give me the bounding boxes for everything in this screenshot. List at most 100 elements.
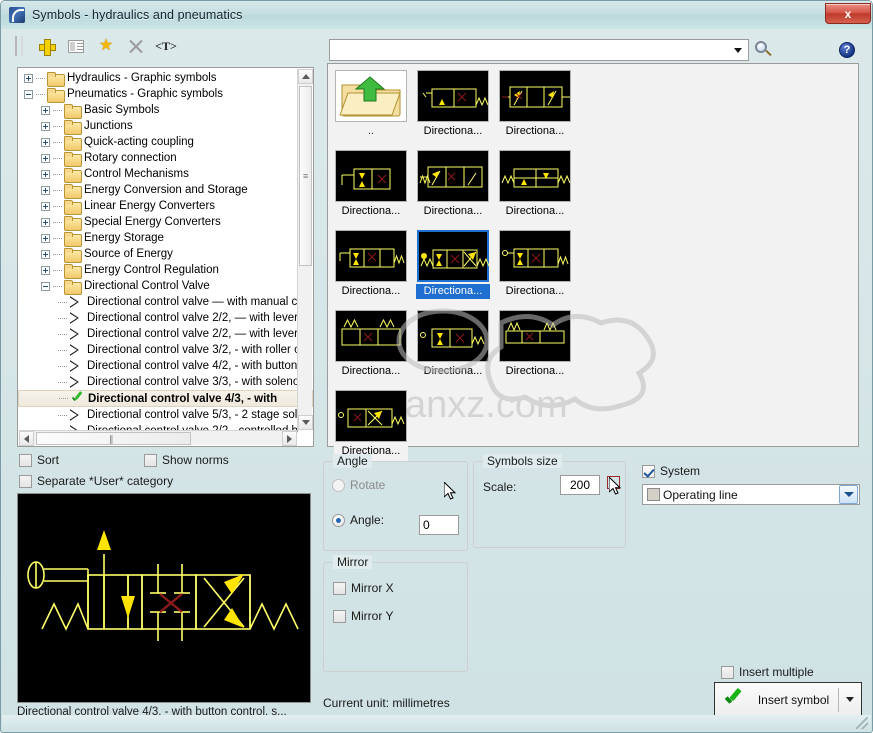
mirror-x-checkbox[interactable] — [333, 581, 346, 595]
title-bar[interactable]: Symbols - hydraulics and pneumatics x — [1, 1, 872, 29]
angle-input[interactable] — [419, 515, 459, 535]
category-tree[interactable]: Hydraulics - Graphic symbols Pneumatics -… — [17, 67, 314, 447]
text-button[interactable]: <T> — [151, 33, 181, 59]
insert-multiple-checkbox[interactable] — [721, 665, 734, 679]
parent-folder-cell[interactable]: .. — [334, 70, 408, 142]
tree-item-label: Rotary connection — [84, 152, 177, 164]
arrow-down-icon[interactable] — [298, 415, 313, 430]
insert-multiple-row[interactable]: Insert multiple — [721, 665, 814, 679]
separate-user-checkbox[interactable] — [19, 474, 32, 488]
symbol-cell[interactable]: Directiona... — [416, 150, 490, 222]
tree-item[interactable]: Directional control valve 3/3, - with so… — [18, 374, 313, 390]
show-norms-checkbox-row[interactable]: Show norms — [144, 453, 229, 467]
sort-checkbox-row[interactable]: Sort — [19, 453, 59, 467]
tree-item[interactable]: Basic Symbols — [18, 102, 313, 119]
mirror-x-row[interactable]: Mirror X — [333, 581, 394, 595]
delete-button[interactable] — [121, 33, 151, 59]
tree-item[interactable]: Quick-acting coupling — [18, 134, 313, 151]
show-norms-checkbox[interactable] — [144, 453, 157, 467]
separate-user-checkbox-row[interactable]: Separate *User* category — [19, 474, 173, 488]
symbol-cell[interactable]: Directiona... — [416, 310, 490, 382]
symbol-cell[interactable]: Directiona... — [334, 390, 408, 462]
system-checkbox-row[interactable]: System — [642, 464, 700, 478]
arrow-right-icon[interactable] — [282, 431, 297, 446]
expand-icon[interactable] — [41, 201, 50, 211]
tree-item[interactable]: Directional control valve — with manual … — [18, 294, 313, 310]
details-view-button[interactable] — [61, 33, 91, 59]
close-button[interactable]: x — [825, 3, 871, 24]
expand-icon[interactable] — [41, 249, 50, 259]
mirror-y-checkbox[interactable] — [333, 609, 346, 623]
symbol-cell[interactable]: Directiona... — [416, 230, 490, 302]
expand-icon[interactable] — [41, 121, 50, 131]
mirror-y-row[interactable]: Mirror Y — [333, 609, 393, 623]
rotate-radio-row[interactable]: Rotate — [332, 478, 385, 492]
scale-input[interactable] — [560, 475, 600, 495]
tree-item[interactable]: Linear Energy Converters — [18, 198, 313, 215]
tree-item[interactable]: Energy Control Regulation — [18, 262, 313, 279]
tree-item[interactable]: Directional control valve 2/2, — with le… — [18, 310, 313, 326]
symbol-cell[interactable]: Directiona... — [498, 310, 572, 382]
symbol-grid-panel[interactable]: .. Directiona... Directiona... Directiona..… — [327, 63, 859, 462]
resize-grip[interactable] — [856, 717, 868, 729]
pick-scale-icon[interactable] — [607, 476, 620, 489]
symbol-cell[interactable]: Directiona... — [498, 70, 572, 142]
tree-item[interactable]: Directional Control Valve — [18, 278, 313, 295]
tree-item[interactable]: Directional control valve 2/2, — with le… — [18, 326, 313, 342]
tree-item[interactable]: Energy Storage — [18, 230, 313, 247]
expand-icon[interactable] — [41, 217, 50, 227]
expand-icon[interactable] — [41, 265, 50, 275]
symbol-cell[interactable]: Directiona... — [334, 150, 408, 222]
tree-item[interactable]: Directional control valve 5/3, - 2 stage… — [18, 407, 313, 423]
tree-item[interactable]: Hydraulics - Graphic symbols — [18, 70, 313, 87]
tree-item[interactable]: Directional control valve 3/2, - with ro… — [18, 342, 313, 358]
symbol-cell[interactable]: Directiona... — [334, 310, 408, 382]
expand-icon[interactable] — [41, 137, 50, 147]
favorites-button[interactable]: ★ — [91, 33, 121, 59]
collapse-icon[interactable] — [41, 281, 50, 291]
tree-item[interactable]: Directional control valve 4/3, - with — [18, 390, 313, 407]
tree-item[interactable]: Junctions — [18, 118, 313, 135]
system-checkbox[interactable] — [642, 464, 655, 478]
angle-radio-row[interactable]: Angle: — [332, 513, 384, 527]
search-combobox[interactable] — [329, 39, 749, 61]
tree-item[interactable]: Source of Energy — [18, 246, 313, 263]
add-symbol-button[interactable] — [31, 33, 61, 59]
layer-combobox[interactable]: Operating line — [642, 484, 860, 505]
arrow-up-icon[interactable] — [298, 69, 313, 84]
tree-vertical-scrollbar[interactable]: ≡ — [297, 69, 313, 430]
search-input[interactable] — [329, 39, 749, 61]
tree-hscroll-thumb[interactable]: ∥ — [36, 432, 191, 445]
collapse-icon[interactable] — [24, 89, 33, 99]
sort-checkbox[interactable] — [19, 453, 32, 467]
expand-icon[interactable] — [41, 185, 50, 195]
search-icon[interactable] — [755, 41, 773, 59]
tree-item[interactable]: Energy Conversion and Storage — [18, 182, 313, 199]
expand-icon[interactable] — [41, 153, 50, 163]
expand-icon[interactable] — [41, 105, 50, 115]
angle-radio[interactable] — [332, 513, 345, 527]
expand-icon[interactable] — [41, 169, 50, 179]
layer-color-swatch — [647, 488, 660, 501]
symbol-cell[interactable]: Directiona... — [334, 230, 408, 302]
insert-symbol-button[interactable]: Insert symbol — [714, 682, 862, 717]
tree-item[interactable]: Directional control valve 4/2, - with bu… — [18, 358, 313, 374]
expand-icon[interactable] — [24, 73, 33, 83]
tree-horizontal-scrollbar[interactable]: ∥ — [19, 430, 297, 446]
tree-vscroll-thumb[interactable]: ≡ — [299, 86, 312, 266]
symbol-cell[interactable]: Directiona... — [498, 230, 572, 302]
chevron-down-icon[interactable] — [839, 697, 861, 702]
expand-icon[interactable] — [41, 233, 50, 243]
rotate-radio[interactable] — [332, 478, 345, 492]
chevron-down-icon[interactable] — [734, 48, 742, 53]
chevron-down-icon[interactable] — [839, 485, 858, 504]
arrow-left-icon[interactable] — [19, 431, 34, 446]
toolbar-grip[interactable] — [15, 36, 23, 56]
symbol-cell[interactable]: Directiona... — [498, 150, 572, 222]
symbol-cell[interactable]: Directiona... — [416, 70, 490, 142]
tree-item[interactable]: Rotary connection — [18, 150, 313, 167]
help-icon[interactable]: ? — [839, 42, 855, 58]
tree-item[interactable]: Special Energy Converters — [18, 214, 313, 231]
tree-item[interactable]: Pneumatics - Graphic symbols — [18, 86, 313, 103]
tree-item[interactable]: Control Mechanisms — [18, 166, 313, 183]
